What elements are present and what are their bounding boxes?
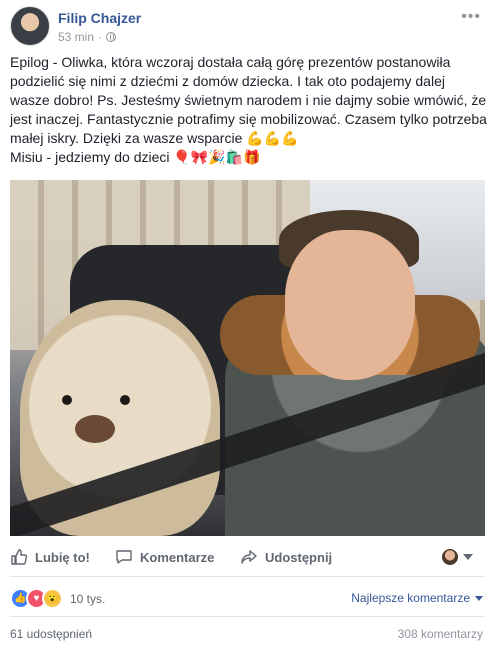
divider (10, 576, 485, 577)
chevron-down-icon (475, 595, 483, 601)
divider (10, 616, 485, 617)
post-time[interactable]: 53 min (58, 30, 94, 44)
reaction-count: 10 tys. (70, 591, 106, 606)
comment-button[interactable]: Komentarze (115, 548, 214, 566)
post-text: Epilog - Oliwka, która wczoraj dostała c… (10, 53, 488, 167)
meta-separator: · (98, 30, 103, 44)
comment-label: Komentarze (140, 549, 215, 565)
share-count[interactable]: 61 udostępnień (10, 627, 92, 641)
post-text-line: Epilog - Oliwka, która wczoraj dostała c… (10, 54, 487, 146)
chevron-down-icon (463, 554, 473, 560)
like-button[interactable]: Lubię to! (10, 548, 90, 566)
action-bar: Lubię to! Komentarze Udostępnij (0, 540, 495, 574)
post-photo[interactable] (10, 180, 485, 536)
post-header: Filip Chajzer 53 min · ••• (10, 6, 485, 50)
bear-eye (120, 395, 130, 405)
share-icon (241, 550, 257, 564)
bear-eye (62, 395, 72, 405)
reactions-summary[interactable]: 👍 ♥ 😮 10 tys. (10, 588, 105, 609)
post-text-line: Misiu - jedziemy do dzieci 🎈🎀🎉🛍️🎁 (10, 149, 261, 165)
reply-as-selector[interactable] (442, 549, 473, 565)
sort-label: Najlepsze komentarze (351, 591, 470, 605)
thumbs-up-icon (11, 549, 28, 565)
user-avatar (442, 549, 458, 565)
more-options-button[interactable]: ••• (461, 8, 481, 26)
post-meta: 53 min · (58, 30, 117, 44)
globe-icon[interactable] (106, 32, 117, 42)
share-button[interactable]: Udostępnij (240, 548, 332, 566)
photo-face (285, 230, 415, 380)
comment-count[interactable]: 308 komentarzy (398, 627, 483, 641)
comment-icon (116, 550, 132, 564)
wow-reaction-icon: 😮 (42, 588, 63, 609)
author-name[interactable]: Filip Chajzer (58, 10, 141, 26)
bear-nose (75, 415, 115, 443)
share-label: Udostępnij (265, 549, 333, 565)
comment-sort-dropdown[interactable]: Najlepsze komentarze (351, 591, 483, 605)
like-label: Lubię to! (35, 549, 90, 565)
author-avatar[interactable] (10, 6, 50, 46)
